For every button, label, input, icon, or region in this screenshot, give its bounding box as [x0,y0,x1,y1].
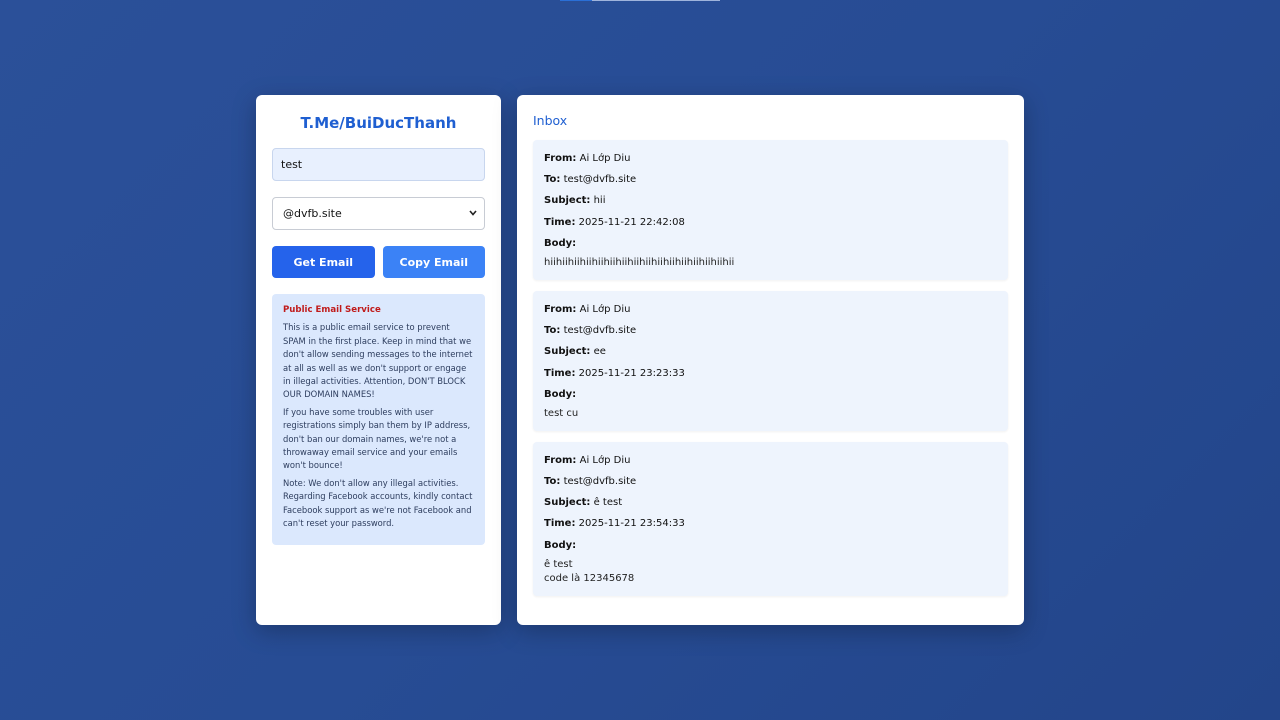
from-label: From: [544,153,577,164]
to-label: To: [544,174,561,186]
message-body: test cu [544,407,579,419]
from-label: From: [544,303,577,315]
time-label: Time: [544,367,576,379]
message-card[interactable]: From: Ai Lớp Diu To: test@dvfb.site Subj… [533,290,1008,431]
top-progress-bar [560,0,720,1]
message-to: test@dvfb.site [563,174,637,186]
inbox-panel: Inbox From: Ai Lớp Diu To: test@dvfb.sit… [517,95,1024,625]
message-subject: hii [593,195,606,207]
message-from: Ai Lớp Diu [579,303,631,315]
brand-title: T.Me/BuiDucThanh [300,114,457,132]
subject-label: Subject: [544,497,591,509]
message-card[interactable]: From: Ai Lớp Diu To: test@dvfb.site Subj… [533,441,1008,596]
body-label: Body: [544,237,577,249]
message-from: Ai Lớp Diu [579,153,631,164]
message-to: test@dvfb.site [563,325,637,337]
message-from: Ai Lớp Diu [579,454,631,466]
notice-paragraph: If you have some troubles with user regi… [283,406,471,471]
email-generator-panel: T.Me/BuiDucThanh @dvfb.site Get Email Co… [256,95,501,625]
time-label: Time: [544,216,576,228]
notice-paragraph: Note: We don't allow any illegal activit… [283,477,473,529]
top-progress-fill [560,0,592,1]
inbox-title: Inbox [533,113,568,128]
service-notice: Public Email Service This is a public em… [272,294,485,545]
username-input[interactable] [272,148,485,181]
subject-label: Subject: [544,195,591,207]
message-to: test@dvfb.site [563,476,637,488]
time-label: Time: [544,518,576,530]
message-body: hiihiihiihiihiihiihiihiihiihiihiihiihiih… [544,256,735,268]
get-email-button[interactable]: Get Email [272,246,375,278]
message-card[interactable]: From: Ai Lớp Diu To: test@dvfb.site Subj… [533,140,1008,280]
message-subject: ee [593,346,606,358]
subject-label: Subject: [544,346,591,358]
domain-select-value: @dvfb.site [283,207,342,220]
message-time: 2025-11-21 23:54:33 [578,518,685,530]
message-body: ê test code là 12345678 [544,558,635,584]
body-label: Body: [544,388,577,400]
chevron-down-icon [468,198,478,242]
message-subject: ê test [593,497,623,509]
action-buttons: Get Email Copy Email [272,246,485,278]
to-label: To: [544,476,561,488]
message-time: 2025-11-21 22:42:08 [578,216,685,228]
domain-select[interactable]: @dvfb.site [272,197,485,230]
to-label: To: [544,325,561,337]
body-label: Body: [544,539,577,551]
from-label: From: [544,454,577,466]
notice-paragraph: This is a public email service to preven… [283,322,473,400]
message-time: 2025-11-21 23:23:33 [578,367,685,379]
copy-email-button[interactable]: Copy Email [382,246,485,278]
notice-title: Public Email Service [283,305,381,315]
